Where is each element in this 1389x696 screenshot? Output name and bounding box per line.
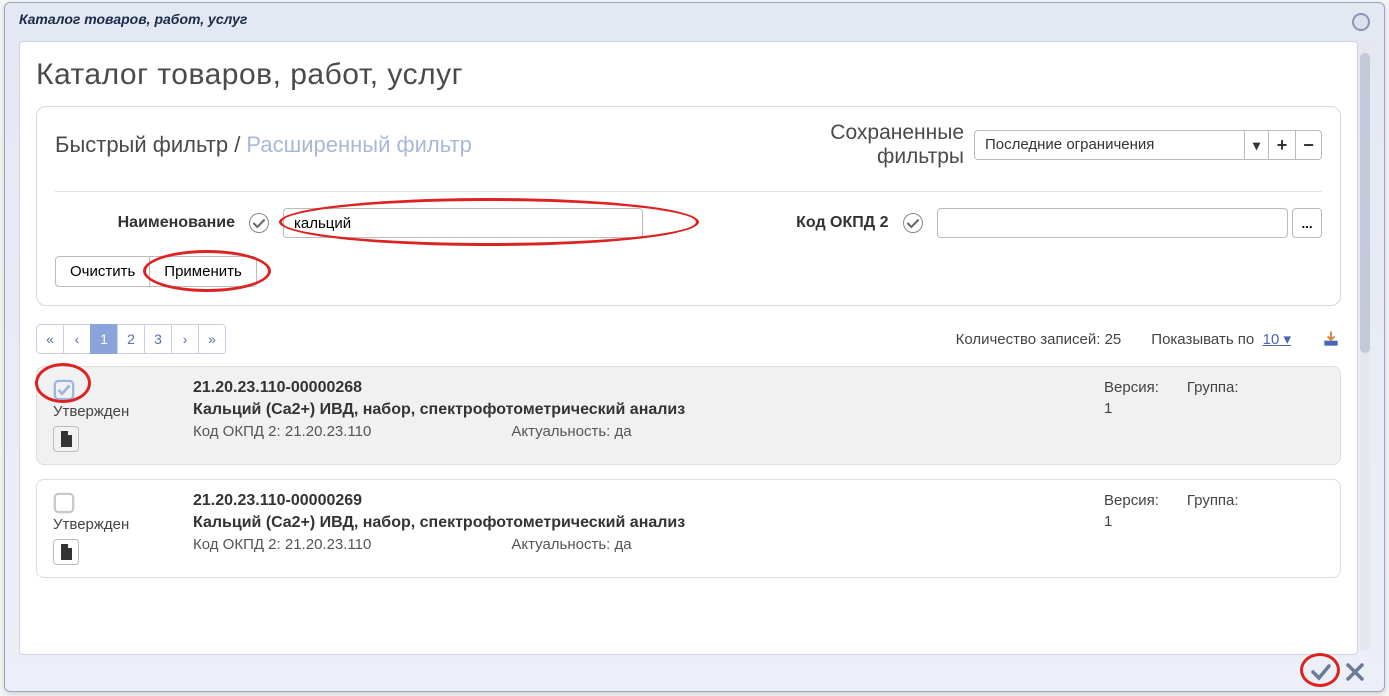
list-item-right: Версия: 1 Группа: — [1104, 379, 1324, 452]
page-title: Каталог товаров, работ, услуг — [36, 58, 1341, 92]
item-okpd: Код ОКПД 2: 21.20.23.110 — [193, 423, 371, 440]
apply-button[interactable]: Применить — [149, 256, 257, 287]
maximize-icon[interactable] — [1352, 13, 1370, 31]
filter-panel: Быстрый фильтр / Расширенный фильтр Сохр… — [36, 106, 1341, 306]
document-icon[interactable] — [53, 539, 79, 565]
okpd-label: Код ОКПД 2 — [709, 214, 889, 232]
version-label: Версия: — [1104, 379, 1159, 396]
group-label: Группа: — [1187, 492, 1239, 509]
item-subrow: Код ОКПД 2: 21.20.23.110 Актуальность: д… — [193, 423, 1084, 440]
tab-quick-filter[interactable]: Быстрый фильтр — [55, 132, 228, 157]
field-name: Наименование — [55, 208, 669, 238]
records-count: Количество записей: 25 — [956, 331, 1122, 348]
saved-filters-label: Сохраненные фильтры — [830, 121, 964, 169]
item-okpd: Код ОКПД 2: 21.20.23.110 — [193, 536, 371, 553]
status-label: Утвержден — [53, 516, 173, 533]
list-toolbar: « ‹ 1 2 3 › » Количество записей: 25 Пок… — [36, 324, 1341, 354]
minus-icon[interactable]: − — [1295, 131, 1321, 159]
confirm-icon[interactable] — [1308, 659, 1334, 685]
content-pane: Каталог товаров, работ, услуг Быстрый фи… — [19, 41, 1358, 655]
list-item-status-col: Утвержден — [53, 492, 173, 565]
toolbar-right: Количество записей: 25 Показывать по 10 … — [956, 329, 1341, 349]
version-value: 1 — [1104, 400, 1159, 417]
check-circle-icon[interactable] — [903, 213, 923, 233]
item-name: Кальций (Ca2+) ИВД, набор, спектрофотоме… — [193, 401, 1084, 419]
titlebar: Каталог товаров, работ, услуг — [5, 3, 1384, 39]
list-item[interactable]: Утвержден 21.20.23.110-00000269 Кальций … — [36, 479, 1341, 578]
list-item-main: 21.20.23.110-00000269 Кальций (Ca2+) ИВД… — [193, 492, 1084, 565]
page-next[interactable]: › — [171, 324, 199, 354]
close-icon[interactable] — [1342, 659, 1368, 685]
scrollbar-thumb[interactable] — [1360, 53, 1370, 353]
chevron-down-icon[interactable]: ▾ — [1245, 131, 1269, 159]
list-item-right: Версия: 1 Группа: — [1104, 492, 1324, 565]
tab-extended-filter[interactable]: Расширенный фильтр — [246, 132, 471, 157]
dialog-window: Каталог товаров, работ, услуг Каталог то… — [4, 2, 1385, 692]
page-prev[interactable]: ‹ — [63, 324, 91, 354]
saved-filters: Сохраненные фильтры Последние ограничени… — [830, 121, 1322, 169]
list-item-main: 21.20.23.110-00000268 Кальций (Ca2+) ИВД… — [193, 379, 1084, 452]
saved-filters-select: Последние ограничения ▾ + − — [974, 130, 1322, 160]
document-icon[interactable] — [53, 426, 79, 452]
version-value: 1 — [1104, 513, 1159, 530]
group-label: Группа: — [1187, 379, 1239, 396]
window-title: Каталог товаров, работ, услуг — [19, 11, 247, 27]
status-label: Утвержден — [53, 403, 173, 420]
name-label: Наименование — [55, 214, 235, 232]
clear-button[interactable]: Очистить — [55, 256, 150, 287]
page-2[interactable]: 2 — [117, 324, 145, 354]
okpd-input-wrap: ... — [937, 208, 1323, 238]
item-subrow: Код ОКПД 2: 21.20.23.110 Актуальность: д… — [193, 536, 1084, 553]
footer-controls — [1308, 659, 1368, 685]
filter-tabs: Быстрый фильтр / Расширенный фильтр — [55, 132, 472, 158]
plus-icon[interactable]: + — [1269, 131, 1295, 159]
scrollbar[interactable] — [1360, 45, 1370, 651]
page-1[interactable]: 1 — [90, 324, 118, 354]
checkbox-icon[interactable] — [53, 492, 75, 514]
divider — [55, 191, 1322, 192]
name-input[interactable] — [283, 208, 643, 238]
filter-head: Быстрый фильтр / Расширенный фильтр Сохр… — [55, 121, 1322, 169]
page-last[interactable]: » — [198, 324, 226, 354]
page-size: Показывать по 10 ▾ — [1151, 330, 1291, 348]
page-first[interactable]: « — [36, 324, 64, 354]
item-name: Кальций (Ca2+) ИВД, набор, спектрофотоме… — [193, 514, 1084, 532]
item-actual: Актуальность: да — [511, 423, 631, 440]
item-code: 21.20.23.110-00000268 — [193, 379, 1084, 397]
pager: « ‹ 1 2 3 › » — [36, 324, 226, 354]
version-label: Версия: — [1104, 492, 1159, 509]
okpd-input[interactable] — [937, 208, 1289, 238]
saved-filter-selected[interactable]: Последние ограничения — [975, 131, 1245, 159]
filter-fields: Наименование Код ОКПД 2 ... — [55, 208, 1322, 238]
field-okpd: Код ОКПД 2 ... — [709, 208, 1323, 238]
page-size-link[interactable]: 10 ▾ — [1263, 331, 1291, 348]
page-3[interactable]: 3 — [144, 324, 172, 354]
list-item[interactable]: Утвержден 21.20.23.110-00000268 Кальций … — [36, 366, 1341, 465]
okpd-browse-button[interactable]: ... — [1292, 208, 1322, 238]
filter-actions: Очистить Применить — [55, 256, 1322, 287]
item-code: 21.20.23.110-00000269 — [193, 492, 1084, 510]
checkbox-icon[interactable] — [53, 379, 75, 401]
list-item-status-col: Утвержден — [53, 379, 173, 452]
check-circle-icon[interactable] — [249, 213, 269, 233]
export-icon[interactable] — [1321, 329, 1341, 349]
item-actual: Актуальность: да — [511, 536, 631, 553]
